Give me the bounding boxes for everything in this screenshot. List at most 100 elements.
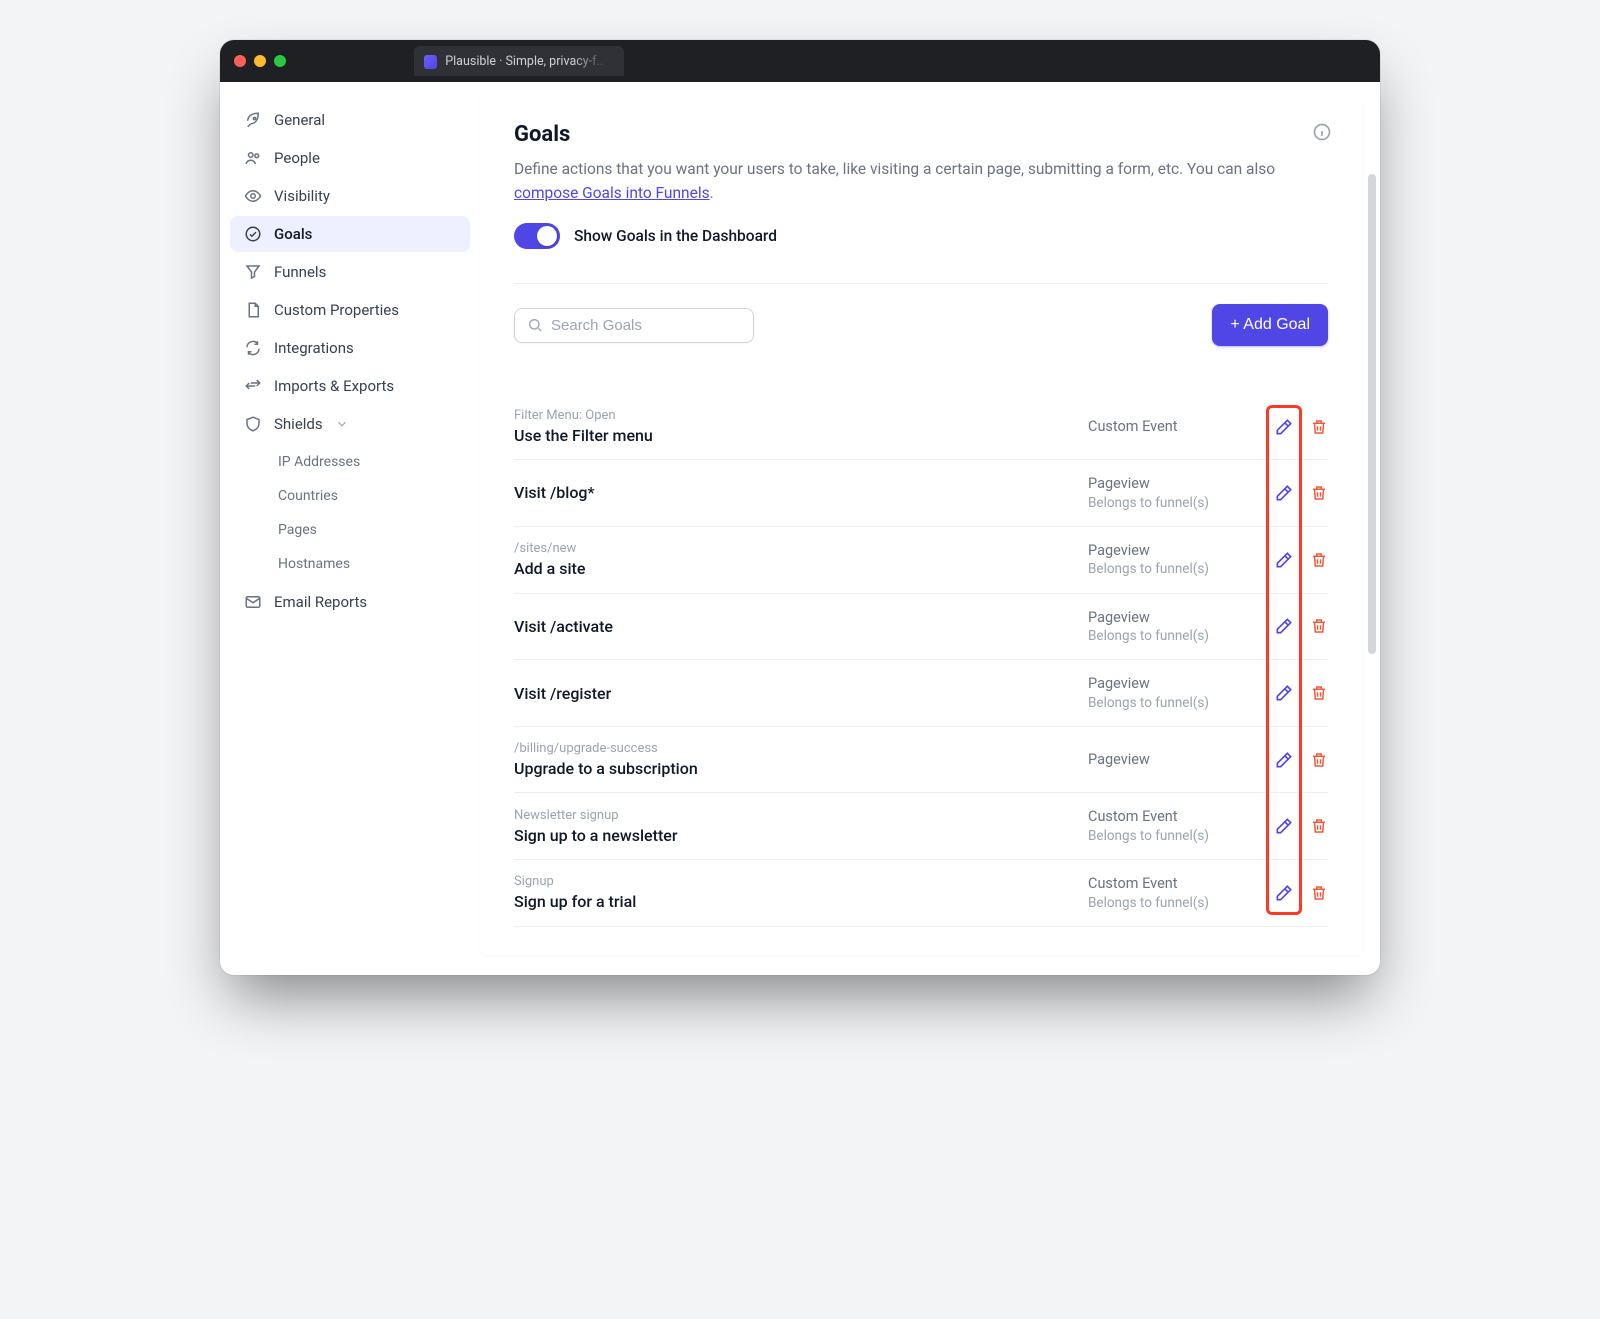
- goal-belongs: Belongs to funnel(s): [1088, 827, 1258, 845]
- search-icon: [527, 317, 543, 333]
- subnav-countries[interactable]: Countries: [264, 480, 470, 512]
- scrollbar[interactable]: [1368, 174, 1376, 654]
- search-goals-field[interactable]: [514, 308, 754, 343]
- goal-subtitle: /sites/new: [514, 541, 1072, 556]
- add-goal-button[interactable]: + Add Goal: [1212, 304, 1328, 346]
- delete-goal-button[interactable]: [1310, 551, 1328, 569]
- mail-icon: [244, 593, 262, 611]
- delete-goal-button[interactable]: [1310, 418, 1328, 436]
- sidebar-item-imports-exports[interactable]: Imports & Exports: [230, 368, 470, 404]
- delete-goal-button[interactable]: [1310, 751, 1328, 769]
- sidebar-item-email-reports[interactable]: Email Reports: [230, 584, 470, 620]
- goal-meta: Pageview: [1088, 750, 1258, 770]
- app-body: General People Visibility Goals: [220, 82, 1380, 975]
- sidebar-item-label: Shields: [274, 415, 323, 433]
- edit-goal-button[interactable]: [1274, 417, 1294, 437]
- sidebar-item-visibility[interactable]: Visibility: [230, 178, 470, 214]
- delete-goal-button[interactable]: [1310, 684, 1328, 702]
- goal-row: /billing/upgrade-success Upgrade to a su…: [514, 727, 1328, 793]
- goal-belongs: Belongs to funnel(s): [1088, 694, 1258, 712]
- delete-goal-button[interactable]: [1310, 484, 1328, 502]
- goals-list: Filter Menu: Open Use the Filter menu Cu…: [514, 394, 1328, 927]
- sidebar-item-label: Goals: [274, 225, 312, 243]
- search-input[interactable]: [551, 317, 741, 334]
- sidebar-item-custom-properties[interactable]: Custom Properties: [230, 292, 470, 328]
- goal-actions: [1274, 417, 1328, 437]
- sidebar-item-funnels[interactable]: Funnels: [230, 254, 470, 290]
- maximize-window-button[interactable]: [274, 55, 286, 67]
- goal-belongs: Belongs to funnel(s): [1088, 894, 1258, 912]
- goal-type: Pageview: [1088, 674, 1258, 694]
- goal-info: Filter Menu: Open Use the Filter menu: [514, 408, 1072, 445]
- subheading-text: Define actions that you want your users …: [514, 160, 1275, 178]
- goal-info: Signup Sign up for a trial: [514, 874, 1072, 911]
- show-goals-toggle[interactable]: [514, 223, 560, 249]
- sidebar-item-people[interactable]: People: [230, 140, 470, 176]
- sidebar-item-label: Custom Properties: [274, 301, 399, 319]
- goal-title: Visit /activate: [514, 617, 1072, 636]
- shields-subnav: IP Addresses Countries Pages Hostnames: [230, 446, 470, 580]
- goal-title: Sign up to a newsletter: [514, 826, 1072, 845]
- goal-row: Visit /activate Pageview Belongs to funn…: [514, 594, 1328, 661]
- goal-actions: [1274, 616, 1328, 636]
- edit-goal-button[interactable]: [1274, 883, 1294, 903]
- goal-info: /billing/upgrade-success Upgrade to a su…: [514, 741, 1072, 778]
- sidebar-item-shields[interactable]: Shields: [230, 406, 470, 442]
- delete-goal-button[interactable]: [1310, 884, 1328, 902]
- delete-goal-button[interactable]: [1310, 817, 1328, 835]
- minimize-window-button[interactable]: [254, 55, 266, 67]
- compose-funnels-link[interactable]: compose Goals into Funnels: [514, 184, 710, 202]
- goal-belongs: Belongs to funnel(s): [1088, 560, 1258, 578]
- sidebar-item-label: Funnels: [274, 263, 326, 281]
- subnav-label: IP Addresses: [278, 454, 360, 470]
- people-icon: [244, 149, 262, 167]
- subnav-hostnames[interactable]: Hostnames: [264, 548, 470, 580]
- goal-meta: Pageview Belongs to funnel(s): [1088, 674, 1258, 712]
- refresh-icon: [244, 339, 262, 357]
- delete-goal-button[interactable]: [1310, 617, 1328, 635]
- sidebar-item-label: Visibility: [274, 187, 330, 205]
- sidebar-item-goals[interactable]: Goals: [230, 216, 470, 252]
- funnel-icon: [244, 263, 262, 281]
- goal-title: Sign up for a trial: [514, 892, 1072, 911]
- document-icon: [244, 301, 262, 319]
- sidebar-item-general[interactable]: General: [230, 102, 470, 138]
- edit-goal-button[interactable]: [1274, 616, 1294, 636]
- edit-goal-button[interactable]: [1274, 483, 1294, 503]
- goal-type: Custom Event: [1088, 807, 1258, 827]
- subnav-pages[interactable]: Pages: [264, 514, 470, 546]
- goal-title: Upgrade to a subscription: [514, 759, 1072, 778]
- sidebar-item-integrations[interactable]: Integrations: [230, 330, 470, 366]
- close-window-button[interactable]: [234, 55, 246, 67]
- goal-info: /sites/new Add a site: [514, 541, 1072, 578]
- goal-belongs: Belongs to funnel(s): [1088, 627, 1258, 645]
- goal-subtitle: /billing/upgrade-success: [514, 741, 1072, 756]
- goal-meta: Pageview Belongs to funnel(s): [1088, 474, 1258, 512]
- goal-type: Pageview: [1088, 750, 1258, 770]
- eye-icon: [244, 187, 262, 205]
- goal-row: Filter Menu: Open Use the Filter menu Cu…: [514, 394, 1328, 460]
- settings-sidebar: General People Visibility Goals: [220, 82, 480, 975]
- edit-goal-button[interactable]: [1274, 750, 1294, 770]
- subnav-ip-addresses[interactable]: IP Addresses: [264, 446, 470, 478]
- sidebar-item-label: Integrations: [274, 339, 354, 357]
- goal-info: Visit /activate: [514, 617, 1072, 636]
- goal-actions: [1274, 816, 1328, 836]
- goal-subtitle: Signup: [514, 874, 1072, 889]
- goal-meta: Pageview Belongs to funnel(s): [1088, 541, 1258, 579]
- goal-type: Pageview: [1088, 541, 1258, 561]
- edit-goal-button[interactable]: [1274, 683, 1294, 703]
- browser-tab[interactable]: Plausible · Simple, privacy-frien: [414, 46, 624, 76]
- goal-row: Visit /blog* Pageview Belongs to funnel(…: [514, 460, 1328, 527]
- edit-goal-button[interactable]: [1274, 816, 1294, 836]
- goal-info: Visit /blog*: [514, 483, 1072, 502]
- edit-goal-button[interactable]: [1274, 550, 1294, 570]
- toggle-label: Show Goals in the Dashboard: [574, 227, 777, 245]
- goal-type: Pageview: [1088, 608, 1258, 628]
- goal-actions: [1274, 550, 1328, 570]
- goal-meta: Custom Event: [1088, 417, 1258, 437]
- subheading-suffix: .: [710, 184, 714, 202]
- goal-subtitle: Filter Menu: Open: [514, 408, 1072, 423]
- info-button[interactable]: [1312, 122, 1332, 142]
- goal-meta: Custom Event Belongs to funnel(s): [1088, 807, 1258, 845]
